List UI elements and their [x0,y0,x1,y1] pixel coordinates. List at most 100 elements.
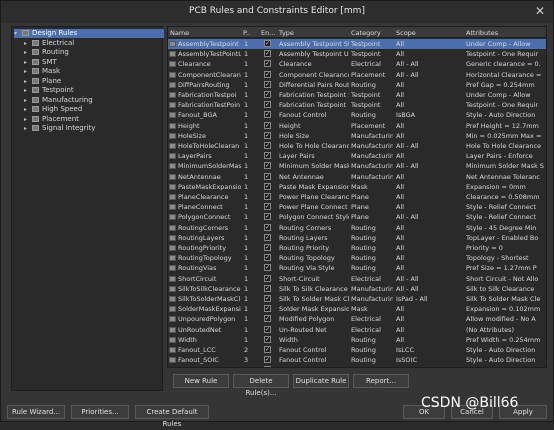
table-row[interactable]: RoutingTopology 1 ✓ Routing Topology Routing… [168,253,546,263]
tree-item[interactable]: ▸ Signal Integrity [24,124,164,133]
table-row[interactable]: DiffPairsRouting 1 ✓ Differential Pairs Rou… [168,80,546,90]
table-row[interactable]: Fanout_SOIC 3 ✓ Fanout Control Routing IsSOIC… [168,355,546,365]
col-header-type[interactable]: Type [279,29,294,37]
rule-enabled-checkbox[interactable]: ✓ [264,162,271,170]
expand-icon[interactable]: ▸ [24,124,32,133]
table-row[interactable]: Fanout_BGA 1 ✓ Fanout Control Routing IsBGA St… [168,110,546,120]
table-row[interactable]: RoutingCorners 1 ✓ Routing Corners Routing Al… [168,223,546,233]
table-row[interactable]: HoleToHoleClearan 1 ✓ Hole To Hole Clearanc… [168,141,546,151]
expand-icon[interactable]: ▸ [24,86,32,95]
expand-icon[interactable]: ▸ [24,115,32,124]
delete-rule-button[interactable]: Delete Rule(s)... [233,374,289,397]
rule-enabled-checkbox[interactable]: ✓ [264,305,271,313]
table-row[interactable]: AssemblyTestPointU 1 ✓ Assembly Testpoint U… [168,49,546,59]
table-row[interactable]: ShortCircuit 1 ✓ Short-Circuit Electrical All… [168,274,546,284]
rule-enabled-checkbox[interactable]: ✓ [264,223,271,231]
table-row[interactable]: LayerPairs 1 ✓ Layer Pairs Manufacturin All La… [168,151,546,161]
priorities-button[interactable]: Priorities... [71,405,129,419]
table-row[interactable]: AssemblyTestpoint 1 ✓ Assembly Testpoint St… [168,39,546,49]
tree-item[interactable]: ▸ Testpoint [24,86,164,95]
col-header-enabled[interactable]: En... [261,29,275,37]
duplicate-rule-button[interactable]: Duplicate Rule [293,374,349,388]
col-header-scope[interactable]: Scope [396,29,416,37]
rule-enabled-checkbox[interactable]: ✓ [264,60,271,68]
tree-item[interactable]: ▸ Mask [24,67,164,76]
report-button[interactable]: Report... [353,374,409,388]
table-row[interactable]: NetAntennae 1 ✓ Net Antennae Manufacturin All… [168,172,546,182]
rule-enabled-checkbox[interactable]: ✓ [264,356,271,364]
rule-enabled-checkbox[interactable]: ✓ [264,254,271,262]
rule-enabled-checkbox[interactable]: ✓ [264,366,271,367]
table-row[interactable]: PlaneClearance 1 ✓ Power Plane Clearance Pla… [168,192,546,202]
rule-enabled-checkbox[interactable]: ✓ [264,233,271,241]
table-row[interactable]: Fanout_Small4 ✓ Fanout ControlRouting(Comp… [168,365,546,367]
col-header-category[interactable]: Category [351,29,381,37]
table-row[interactable]: UnRoutedNet 1 ✓ Un-Routed Net Electrical All (… [168,325,546,335]
tree-item[interactable]: ▸ Plane [24,77,164,86]
rule-enabled-checkbox[interactable]: ✓ [264,193,271,200]
rule-enabled-checkbox[interactable]: ✓ [264,244,271,251]
table-row[interactable]: PlaneConnect 1 ✓ Power Plane Connect S Plane… [168,202,546,212]
tree-item[interactable]: ▸ High Speed [24,105,164,114]
rule-enabled-checkbox[interactable]: ✓ [264,325,271,333]
create-default-rules-button[interactable]: Create Default Rules [135,405,209,428]
table-row[interactable]: RoutingVias 1 ✓ Routing Via Style Routing All… [168,263,546,273]
rule-enabled-checkbox[interactable]: ✓ [264,40,271,47]
expand-icon[interactable]: ▸ [24,48,32,57]
rules-tree[interactable]: ▾ Design Rules ▸ Electrical ▸ Routing ▸ SMT ▸ Mas… [11,26,164,391]
table-row[interactable]: HoleSize 1 ✓ Hole Size Manufacturin All Min = … [168,131,546,141]
rule-enabled-checkbox[interactable]: ✓ [264,101,271,109]
tree-item[interactable]: ▸ Routing [24,48,164,57]
table-row[interactable]: SolderMaskExpansi 1 ✓ Solder Mask Expansion… [168,304,546,314]
rule-enabled-checkbox[interactable]: ✓ [264,70,271,78]
rules-grid[interactable]: Name P.. En... Type Category Scope Attri… [167,26,547,368]
rule-enabled-checkbox[interactable]: ✓ [264,121,271,129]
table-row[interactable]: RoutingPriority 1 ✓ Routing Priority Routing… [168,243,546,253]
rule-enabled-checkbox[interactable]: ✓ [264,91,271,98]
rule-enabled-checkbox[interactable]: ✓ [264,111,271,119]
table-row[interactable]: SilkToSilkClearance 1 ✓ Silk To Silk Cleara… [168,284,546,294]
expand-icon[interactable]: ▸ [24,58,32,67]
table-row[interactable]: PolygonConnect 1 ✓ Polygon Connect Style Pla… [168,212,546,222]
tree-item[interactable]: ▸ Manufacturing [24,96,164,105]
col-header-attributes[interactable]: Attributes [466,29,498,37]
expand-icon[interactable]: ▸ [24,96,32,105]
rule-enabled-checkbox[interactable]: ✓ [264,172,271,180]
collapse-icon[interactable]: ▾ [14,29,22,38]
rule-enabled-checkbox[interactable]: ✓ [264,284,271,292]
rule-enabled-checkbox[interactable]: ✓ [264,182,271,190]
table-row[interactable]: Height 1 ✓ Height Placement All Pref Height = … [168,121,546,131]
table-row[interactable]: Width 1 ✓ Width Routing All Pref Width = 0.254… [168,335,546,345]
table-row[interactable]: Fanout_LCC 2 ✓ Fanout Control Routing IsLCC St… [168,345,546,355]
table-row[interactable]: FabricationTestPoin 1 ✓ Fabrication Testpoi… [168,100,546,110]
close-icon[interactable]: ✕ [535,4,545,18]
table-row[interactable]: MinimumSolderMas1✓Minimum Solder Mask SM… [168,161,546,171]
rule-enabled-checkbox[interactable]: ✓ [264,274,271,282]
rule-enabled-checkbox[interactable]: ✓ [264,315,271,323]
rule-wizard-button[interactable]: Rule Wizard... [7,405,65,419]
rule-enabled-checkbox[interactable]: ✓ [264,203,271,211]
expand-icon[interactable]: ▸ [24,105,32,114]
rule-enabled-checkbox[interactable]: ✓ [264,264,271,272]
rule-enabled-checkbox[interactable]: ✓ [264,213,271,221]
rule-enabled-checkbox[interactable]: ✓ [264,80,271,88]
table-row[interactable]: SilkToSolderMaskCl 1 ✓ Silk To Solder Mask … [168,294,546,304]
rule-enabled-checkbox[interactable]: ✓ [264,335,271,343]
col-header-priority[interactable]: P.. [243,29,250,37]
rule-enabled-checkbox[interactable]: ✓ [264,131,271,139]
tree-item[interactable]: ▸ SMT [24,58,164,67]
expand-icon[interactable]: ▸ [24,39,32,48]
expand-icon[interactable]: ▸ [24,77,32,86]
tree-item[interactable]: ▸ Electrical [24,39,164,48]
rule-enabled-checkbox[interactable]: ✓ [264,152,271,160]
table-row[interactable]: UnpouredPolygon 1 ✓ Modified Polygon Electri… [168,314,546,324]
expand-icon[interactable]: ▸ [24,67,32,76]
table-row[interactable]: PasteMaskExpansio 1 ✓ Paste Mask Expansion M… [168,182,546,192]
table-row[interactable]: RoutingLayers 1 ✓ Routing Layers Routing All T… [168,233,546,243]
rule-enabled-checkbox[interactable]: ✓ [264,50,271,58]
rule-enabled-checkbox[interactable]: ✓ [264,142,271,149]
rule-enabled-checkbox[interactable]: ✓ [264,346,271,353]
table-row[interactable]: Clearance 1 ✓ Clearance Electrical All - All G… [168,59,546,69]
table-row[interactable]: FabricationTestpoi 1 ✓ Fabrication Testpoin… [168,90,546,100]
table-row[interactable]: ComponentClearan 1 ✓ Component Clearance Pla… [168,70,546,80]
